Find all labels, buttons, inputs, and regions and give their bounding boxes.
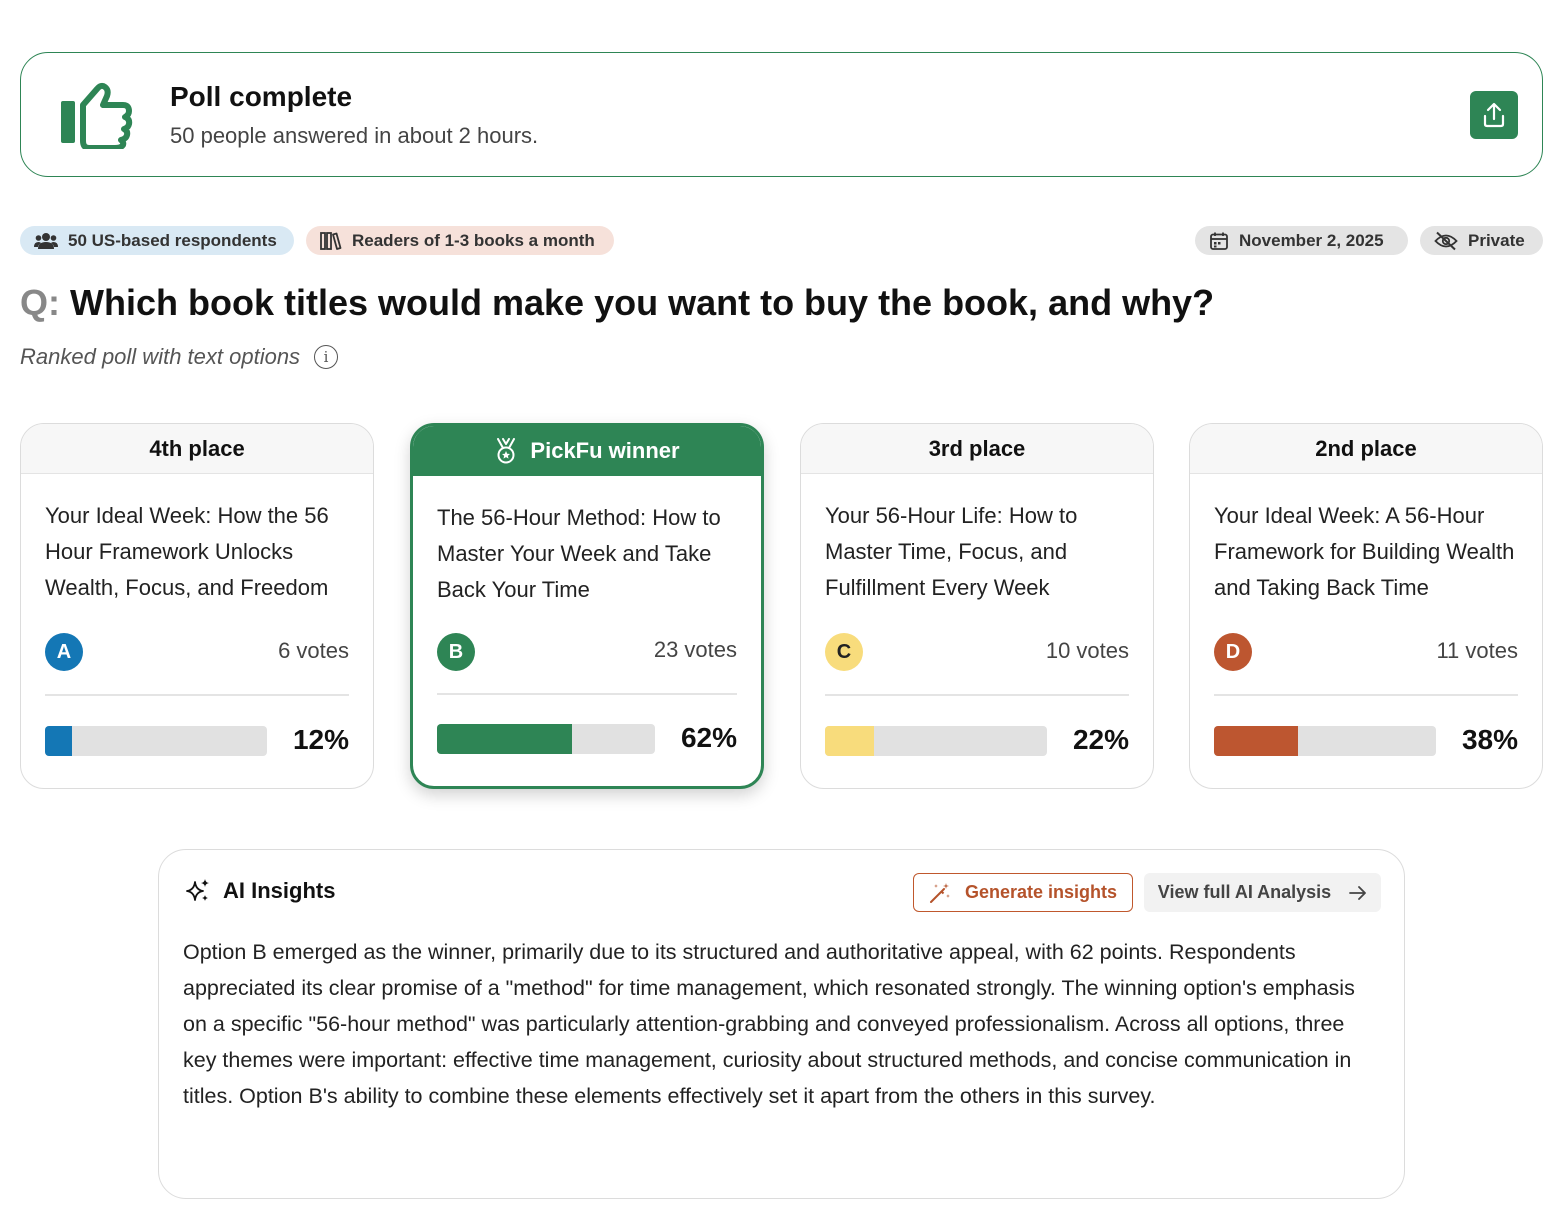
option-letter-badge: C — [825, 633, 863, 671]
winner-header: PickFu winner — [413, 426, 761, 476]
eye-off-icon — [1434, 231, 1458, 250]
question-prefix: Q: — [20, 282, 60, 323]
option-title: Your 56-Hour Life: How to Master Time, F… — [825, 503, 1078, 600]
divider — [825, 694, 1129, 696]
result-percent: 22% — [1072, 724, 1129, 755]
result-bar — [437, 724, 655, 754]
arrow-right-icon — [1349, 885, 1367, 900]
result-bar-fill — [1214, 726, 1299, 756]
result-percent: 12% — [292, 724, 349, 755]
ai-insights-title: AI Insights — [223, 878, 336, 903]
vote-count: 11 votes — [1436, 638, 1518, 663]
medal-icon — [497, 438, 516, 464]
divider — [1214, 694, 1518, 696]
respondents-chip: 50 US-based respondents — [20, 226, 294, 255]
generate-insights-label: Generate insights — [964, 882, 1118, 902]
result-bar-fill — [825, 726, 874, 756]
poll-type-label: Ranked poll with text options — [20, 344, 301, 369]
vote-count: 6 votes — [278, 638, 349, 663]
people-icon — [34, 232, 58, 249]
ai-insights-panel: AI Insights Generate insights View full … — [158, 849, 1405, 1199]
option-title: Your Ideal Week: A 56-Hour Framework for… — [1214, 503, 1515, 600]
place-label: PickFu winner — [530, 438, 680, 463]
privacy-label: Private — [1468, 230, 1525, 250]
share-button[interactable] — [1470, 91, 1518, 139]
ai-insights-body: Option B emerged as the winner, primaril… — [183, 940, 1355, 1108]
divider — [437, 693, 737, 695]
share-upload-icon — [1483, 102, 1505, 128]
place-label: 2nd place — [1190, 424, 1542, 474]
result-bar-fill — [437, 724, 573, 754]
sparkles-icon — [186, 879, 209, 901]
audience-chip: Readers of 1-3 books a month — [306, 226, 614, 255]
result-bar — [1214, 726, 1436, 756]
option-card-c[interactable]: 3rd place Your 56-Hour Life: How to Mast… — [800, 423, 1154, 789]
privacy-chip: Private — [1420, 226, 1543, 255]
view-full-ai-analysis-button[interactable]: View full AI Analysis — [1144, 873, 1381, 912]
option-letter-badge: A — [45, 633, 83, 671]
generate-insights-button[interactable]: Generate insights — [913, 873, 1133, 912]
option-title: Your Ideal Week: How the 56 Hour Framewo… — [45, 503, 329, 600]
result-bar — [825, 726, 1047, 756]
date-label: November 2, 2025 — [1239, 230, 1384, 250]
banner-title: Poll complete — [170, 81, 353, 112]
option-title: The 56-Hour Method: How to Master Your W… — [437, 505, 721, 602]
vote-count: 10 votes — [1045, 638, 1129, 663]
thumbs-up-icon — [61, 82, 133, 149]
ai-insights-header: AI Insights — [185, 878, 335, 904]
result-percent: 38% — [1461, 724, 1518, 755]
view-analysis-label: View full AI Analysis — [1157, 882, 1332, 902]
option-letter-badge: B — [437, 633, 475, 671]
result-percent: 62% — [680, 722, 737, 753]
respondents-label: 50 US-based respondents — [68, 230, 277, 250]
banner-subtitle: 50 people answered in about 2 hours. — [170, 123, 539, 148]
poll-complete-banner: Poll complete 50 people answered in abou… — [20, 52, 1543, 177]
option-card-a[interactable]: 4th place Your Ideal Week: How the 56 Ho… — [20, 423, 374, 789]
poll-type: Ranked poll with text options i — [20, 344, 339, 370]
result-bar-fill — [45, 726, 72, 756]
magic-wand-icon — [929, 882, 950, 903]
place-label: 4th place — [21, 424, 373, 474]
vote-count: 23 votes — [653, 637, 737, 662]
place-label: 3rd place — [801, 424, 1153, 474]
date-chip: November 2, 2025 — [1195, 226, 1408, 255]
question-text: Which book titles would make you want to… — [70, 282, 1215, 323]
result-bar — [45, 726, 267, 756]
info-icon[interactable]: i — [314, 345, 339, 369]
question-title: Q: Which book titles would make you want… — [20, 282, 1214, 324]
option-card-d[interactable]: 2nd place Your Ideal Week: A 56-Hour Fra… — [1189, 423, 1543, 789]
calendar-icon — [1210, 232, 1228, 250]
divider — [45, 694, 349, 696]
audience-label: Readers of 1-3 books a month — [352, 230, 595, 250]
option-letter-badge: D — [1214, 633, 1252, 671]
books-icon — [320, 231, 342, 250]
option-card-b[interactable]: PickFu winner The 56-Hour Method: How to… — [410, 423, 764, 789]
